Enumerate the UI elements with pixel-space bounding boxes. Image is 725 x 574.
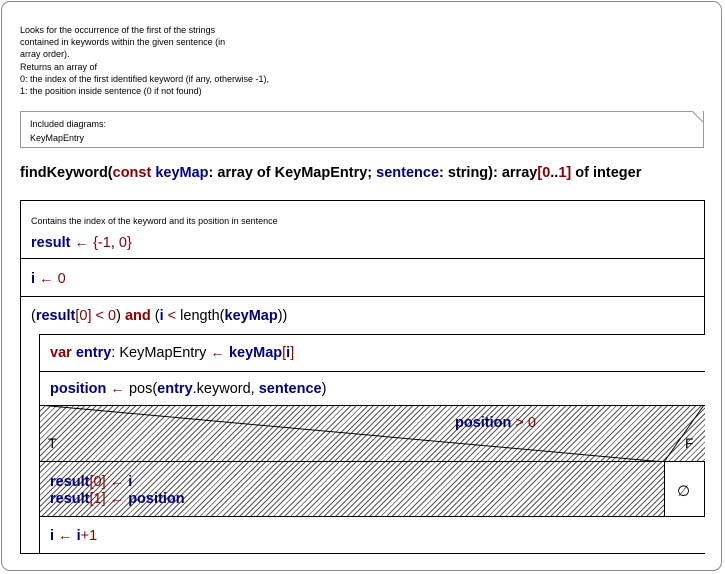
assign-arrow: ← (54, 528, 77, 544)
instruction-position[interactable]: position ← pos(entry.keyword, sentence) (39, 371, 705, 406)
loop-condition: (result[0] < 0) and (i < length(keyMap)) (31, 308, 287, 324)
comment-line: array order). (20, 49, 70, 60)
instruction-text: result[0] ← i (50, 474, 185, 491)
function-signature: findKeyword(const keyMap: array of KeyMa… (20, 165, 641, 181)
comment-line: contained in keywords within the given s… (20, 37, 226, 48)
variable: position (128, 491, 185, 507)
dog-ear-icon (692, 111, 704, 123)
empty-set-icon: ∅ (677, 483, 691, 500)
else-branch[interactable]: ∅ (664, 461, 705, 517)
const-keyword: const (112, 165, 152, 181)
param-type: : array of KeyMapEntry; (208, 165, 377, 181)
paren: )) (277, 308, 288, 324)
included-diagrams-title: Included diagrams: (30, 119, 107, 129)
instruction-comment: Contains the index of the keyword and it… (31, 216, 278, 226)
instruction-text: var entry: KeyMapEntry ← keyMap[i] (50, 345, 294, 361)
number: 1 (102, 235, 111, 251)
variable: entry (75, 345, 112, 361)
operator: > (511, 415, 528, 431)
then-instructions: result[0] ← i result[1] ← position (50, 474, 185, 508)
assign-arrow: ← (35, 271, 58, 287)
variable: result (31, 235, 71, 251)
type: : KeyMapEntry (111, 345, 207, 361)
variable: result (50, 491, 90, 507)
number: 0 (108, 308, 117, 324)
number: 1 (93, 491, 102, 507)
true-label: T (48, 435, 57, 451)
paren: ) (116, 308, 125, 324)
param-type: : string): array (439, 165, 538, 181)
function-comment: Looks for the occurrence of the first of… (20, 24, 350, 97)
assign-arrow: ← (105, 491, 129, 507)
condition-text: position > 0 (455, 415, 536, 431)
function-name: findKeyword( (20, 165, 113, 181)
if-condition[interactable]: position > 0 T F (39, 405, 705, 462)
operator: + (80, 528, 90, 544)
included-diagram-link[interactable]: KeyMapEntry (30, 133, 84, 143)
bracket: ] (290, 345, 295, 361)
variable: position (455, 415, 512, 431)
operator: < (91, 308, 109, 324)
field: .keyword, (192, 381, 259, 397)
variable: keyMap (228, 345, 283, 361)
var-keyword: var (50, 345, 72, 361)
function-call: length( (180, 308, 225, 324)
included-diagrams-box: Included diagrams: KeyMapEntry (20, 111, 704, 148)
instruction-text: i ← i+1 (50, 528, 97, 544)
brace: } (126, 235, 132, 251)
param-keymap: keyMap (155, 165, 209, 181)
comment-line: 0: the index of the first identified key… (20, 73, 269, 84)
paren: ( (150, 308, 160, 324)
paren: ) (321, 381, 327, 397)
variable: entry (157, 381, 193, 397)
number: 1 (89, 528, 98, 544)
number: 0 (118, 235, 127, 251)
number: 0 (93, 474, 102, 490)
assign-arrow: ← (106, 381, 129, 397)
instruction-init-i[interactable]: i ← 0 (20, 258, 705, 297)
return-type: of integer (571, 165, 642, 181)
and-keyword: and (124, 308, 151, 324)
assign-arrow: ← (70, 235, 94, 251)
instruction-init-result[interactable]: Contains the index of the keyword and it… (20, 200, 705, 259)
then-branch[interactable]: result[0] ← i result[1] ← position (39, 461, 665, 517)
variable: sentence (258, 381, 322, 397)
comment-line: Looks for the occurrence of the first of… (20, 25, 216, 35)
instruction-text: position ← pos(entry.keyword, sentence) (50, 381, 326, 397)
instruction-text: result ← {-1, 0} (31, 235, 132, 251)
function-call: pos( (128, 381, 158, 397)
variable: position (50, 381, 107, 397)
param-sentence: sentence (376, 165, 440, 181)
comment-line: Returns an array of (20, 61, 98, 72)
variable: result (35, 308, 76, 324)
comma: , (110, 235, 119, 251)
number: 0 (57, 271, 66, 287)
instruction-text: result[1] ← position (50, 491, 185, 508)
instruction-declare-entry[interactable]: var entry: KeyMapEntry ← keyMap[i] (39, 334, 705, 372)
comment-line: 1: the position inside sentence (0 if no… (20, 86, 202, 97)
assign-arrow: ← (206, 345, 229, 361)
false-label: F (685, 435, 694, 451)
variable: keyMap (224, 308, 278, 324)
condition-diagonals (39, 405, 705, 462)
variable: result (50, 474, 90, 490)
instruction-increment[interactable]: i ← i+1 (39, 516, 705, 554)
variable: i (128, 474, 133, 490)
instruction-text: i ← 0 (31, 271, 66, 287)
assign-arrow: ← (105, 474, 129, 490)
operator: < (163, 308, 181, 324)
number: 0 (527, 415, 536, 431)
